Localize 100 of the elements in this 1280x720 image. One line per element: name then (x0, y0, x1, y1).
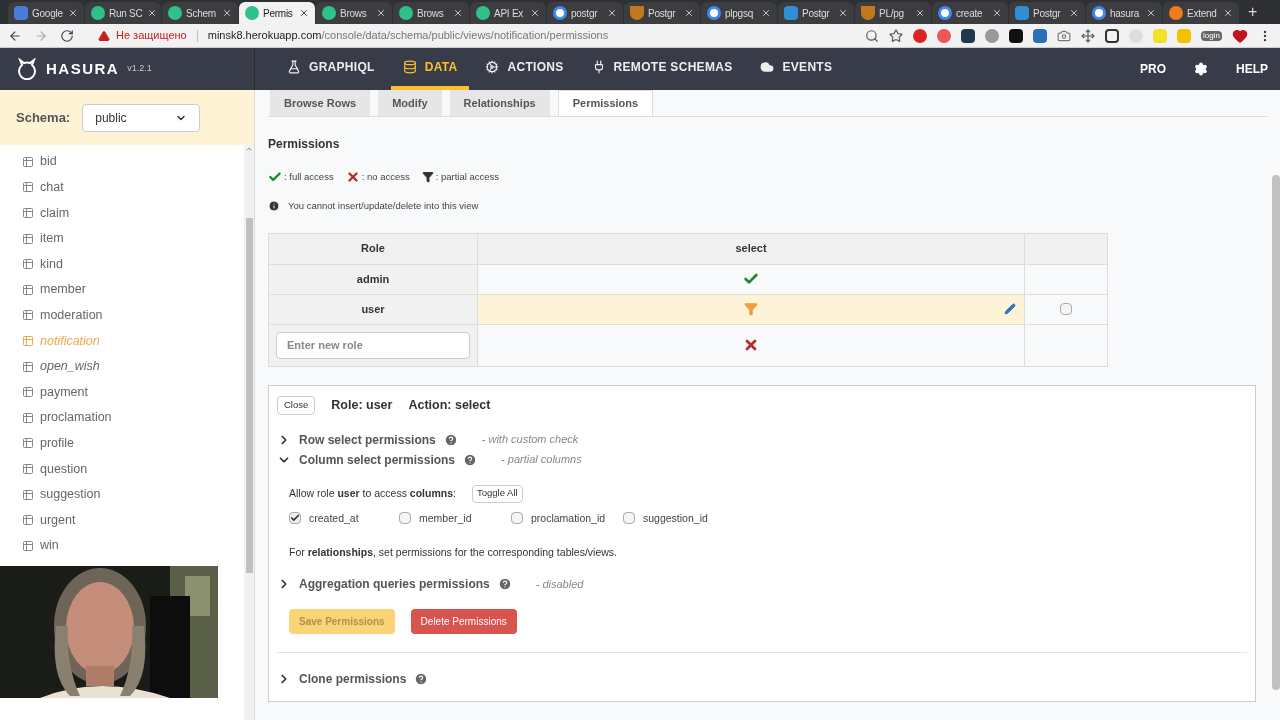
close-icon[interactable] (838, 8, 848, 18)
new-tab-button[interactable]: + (1240, 0, 1266, 24)
new-role-input[interactable]: Enter new role (276, 331, 470, 359)
table-link[interactable]: open_wish (0, 353, 244, 380)
heart-icon[interactable] (1232, 27, 1248, 44)
table-link[interactable]: question (0, 456, 244, 482)
close-icon[interactable] (992, 8, 1002, 18)
browser-tab[interactable]: postgr (547, 2, 623, 24)
checkbox[interactable] (399, 512, 411, 525)
checkbox[interactable] (289, 512, 301, 525)
section-title[interactable]: Column select permissions (299, 450, 456, 469)
table-link[interactable]: profile (0, 430, 244, 457)
close-icon[interactable] (376, 8, 386, 18)
browser-tab[interactable]: Schem (162, 2, 238, 24)
browser-tab[interactable]: Extend (1163, 2, 1239, 24)
delete-button[interactable]: Delete Permissions (410, 609, 517, 634)
table-link[interactable]: chat (0, 174, 244, 201)
section-title[interactable]: Aggregation queries permissions (299, 575, 490, 593)
browser-tab[interactable]: Postgr (624, 2, 700, 24)
table-link[interactable]: payment (0, 379, 244, 405)
browser-tab[interactable]: Run SC (85, 2, 161, 24)
close-icon[interactable] (453, 8, 463, 18)
table-link[interactable]: urgent (0, 507, 244, 533)
extension-icon[interactable] (961, 28, 976, 43)
table-icon (22, 258, 34, 271)
camera-icon[interactable] (1057, 28, 1072, 43)
nav-tab[interactable]: REMOTE SCHEMAS (579, 48, 745, 90)
close-icon[interactable] (68, 8, 78, 18)
tab-title: API Ex (494, 6, 524, 21)
checkbox[interactable] (1060, 303, 1072, 315)
browser-tab[interactable]: Postgr (778, 2, 854, 24)
table-link[interactable]: member (0, 276, 244, 303)
browser-tab[interactable]: PL/pg (855, 2, 931, 24)
reload-icon[interactable] (60, 28, 74, 43)
scrollbar[interactable] (244, 145, 254, 720)
subtab[interactable]: Permissions (557, 90, 654, 116)
scrollbar-thumb[interactable] (245, 218, 253, 573)
table-link[interactable]: claim (0, 200, 244, 226)
close-icon[interactable] (607, 8, 617, 18)
bookmark-star-icon[interactable] (889, 28, 904, 43)
pro-link[interactable]: PRO (1139, 60, 1166, 78)
edit-icon[interactable] (1004, 303, 1016, 315)
table-link[interactable]: proclamation (0, 404, 244, 431)
checkbox[interactable] (511, 512, 523, 525)
toggle-all-button[interactable]: Toggle All (471, 484, 523, 503)
browser-tab[interactable]: Brows (316, 2, 392, 24)
close-icon[interactable] (1146, 8, 1156, 18)
table-icon (22, 181, 34, 194)
permission-cell[interactable] (478, 264, 1025, 295)
table-link[interactable]: bid (0, 149, 244, 175)
column-header: select (478, 233, 1025, 265)
subtab[interactable]: Browse Rows (270, 90, 371, 116)
legend-label: : full access (284, 170, 334, 184)
browser-tab[interactable]: Brows (393, 2, 469, 24)
page-scrollbar[interactable] (1272, 175, 1280, 690)
login-badge[interactable]: login (1201, 30, 1222, 41)
table-link[interactable]: item (0, 225, 244, 252)
table-link[interactable]: suggestion (0, 481, 244, 508)
scroll-up-icon[interactable] (245, 145, 253, 153)
close-icon[interactable] (684, 8, 694, 18)
zoom-icon[interactable] (865, 28, 880, 43)
browser-tab[interactable]: hasura (1086, 2, 1162, 24)
close-icon[interactable] (1069, 8, 1079, 18)
browser-tab[interactable]: Google (8, 2, 84, 24)
browser-tab[interactable]: create (932, 2, 1008, 24)
nav-tab[interactable]: ACTIONS (473, 48, 576, 90)
close-button[interactable]: Close (277, 395, 316, 415)
nav-tab[interactable]: GRAPHIQL (275, 48, 387, 90)
extension-icon[interactable] (1105, 28, 1120, 43)
nav-tab[interactable]: EVENTS (748, 48, 845, 90)
close-icon[interactable] (1223, 8, 1233, 18)
section-title[interactable]: Row select permissions (299, 430, 436, 449)
table-link[interactable]: win (0, 532, 244, 559)
close-icon[interactable] (299, 8, 309, 18)
close-icon[interactable] (761, 8, 771, 18)
close-icon[interactable] (915, 8, 925, 18)
close-icon[interactable] (222, 8, 232, 18)
checkbox[interactable] (623, 512, 635, 525)
action-title: Action: select (408, 396, 491, 414)
settings-icon[interactable] (1194, 62, 1208, 76)
close-icon[interactable] (146, 8, 157, 18)
help-icon (414, 672, 429, 686)
subtab[interactable]: Relationships (449, 90, 550, 116)
table-link[interactable]: moderation (0, 302, 244, 329)
hasura-logo-icon (16, 58, 38, 80)
move-icon[interactable] (1081, 28, 1096, 43)
schema-dropdown[interactable]: public (82, 103, 201, 132)
browser-tab[interactable]: Postgr (1009, 2, 1085, 24)
browser-tab[interactable]: API Ex (470, 2, 546, 24)
security-warning[interactable]: Не защищено (116, 27, 187, 44)
section-title[interactable]: Clone permissions (299, 670, 407, 688)
table-link[interactable]: kind (0, 251, 244, 277)
browser-tab[interactable]: plpgsq (701, 2, 777, 24)
browser-tab[interactable]: Permis (239, 2, 315, 24)
subtab[interactable]: Modify (378, 90, 442, 116)
permission-cell[interactable] (478, 294, 1025, 325)
close-icon[interactable] (530, 8, 540, 18)
url-text[interactable]: minsk8.herokuapp.com/console/data/schema/public/views/notification/permissions (207, 27, 609, 44)
back-icon[interactable] (8, 28, 22, 43)
help-link[interactable]: HELP (1236, 60, 1268, 78)
